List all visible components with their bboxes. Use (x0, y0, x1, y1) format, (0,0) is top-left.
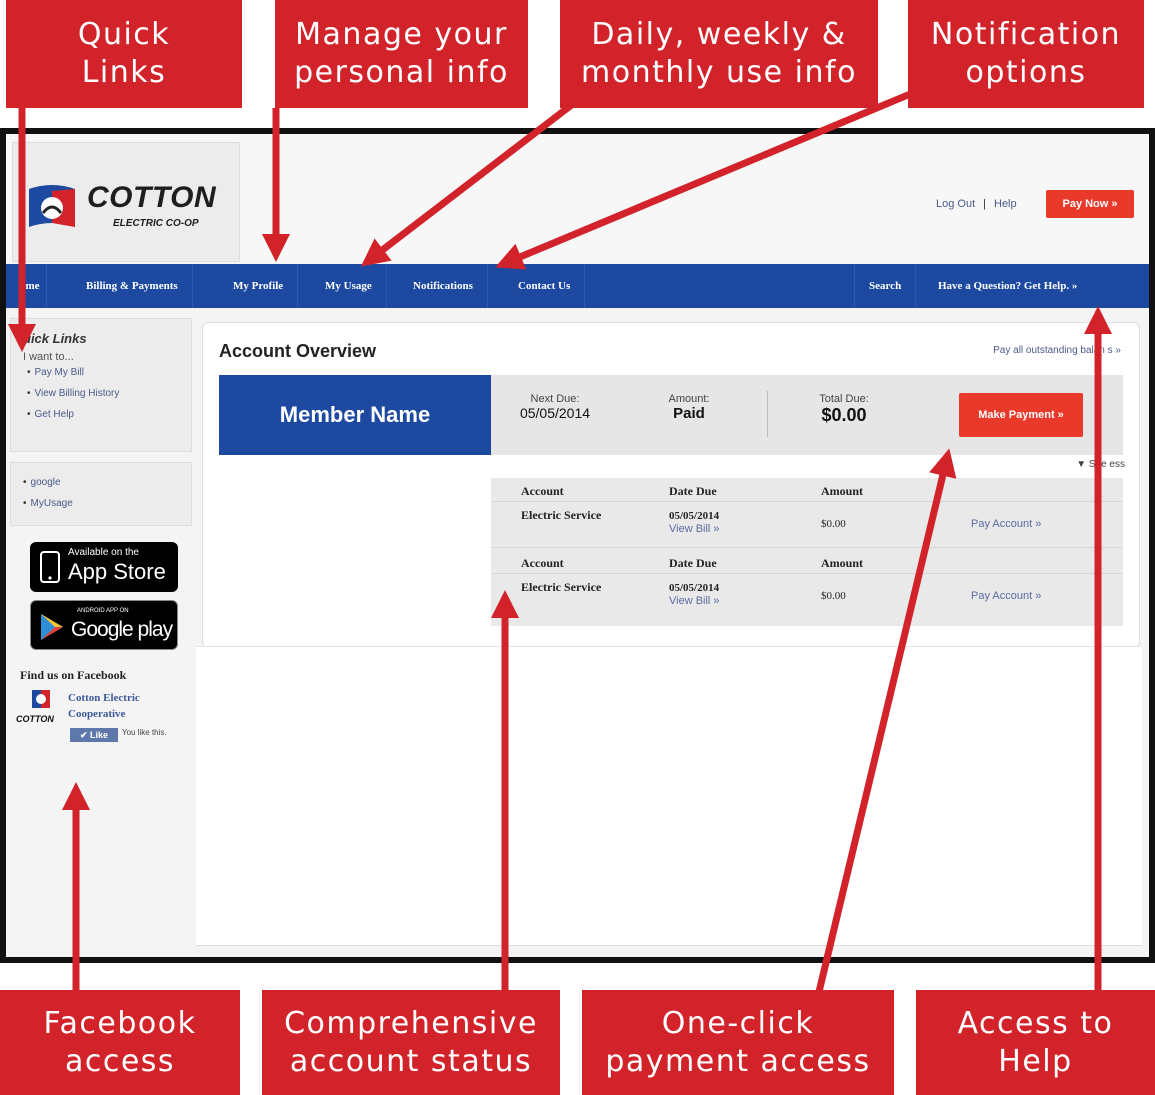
logo-text: COTTON (87, 181, 217, 214)
row-divider (491, 547, 1123, 548)
app-store-badge[interactable]: Available on the App Store (30, 542, 178, 592)
row2-date-due: 05/05/2014 (669, 582, 720, 594)
quick-link-billing-history[interactable]: View Billing History (27, 388, 120, 409)
see-less-toggle[interactable]: ▼ See ess (1076, 459, 1125, 470)
table-header-date-due-2: Date Due (669, 556, 717, 570)
callout-payment-access: One-click payment access (582, 990, 894, 1095)
amount: Amount: Paid (659, 393, 719, 422)
pay-now-button[interactable]: Pay Now » (1046, 190, 1134, 218)
nav-my-usage[interactable]: My Usage (311, 264, 387, 308)
facebook-like-button[interactable]: ✔ Like (70, 728, 118, 742)
quick-link-get-help[interactable]: Get Help (27, 409, 119, 430)
link-google[interactable]: google (23, 477, 73, 498)
site-header: COTTON ELECTRIC CO-OP Log Out | Help Pay N… (6, 134, 1149, 264)
callout-account-status: Comprehensive account status (262, 990, 560, 1095)
row-divider (491, 501, 1123, 502)
nav-search[interactable]: Search (854, 264, 917, 308)
account-summary: Member Name Next Due: 05/05/2014 Amount:… (219, 375, 1123, 455)
callout-usage-info: Daily, weekly & monthly use info (560, 0, 878, 108)
facebook-like-label: Like (90, 730, 109, 740)
cotton-logo-icon (29, 185, 75, 227)
row2-view-bill-link[interactable]: View Bill » (669, 595, 720, 607)
nav-get-help[interactable]: Have a Question? Get Help. » (924, 264, 1091, 308)
pay-all-balances-link[interactable]: Pay all outstanding balan s » (993, 345, 1121, 356)
facebook-title: Find us on Facebook (20, 668, 127, 682)
quick-links-panel: uick Links I want to... Pay My Bill View… (10, 318, 192, 452)
table-header-account: Account (521, 484, 564, 498)
logout-link[interactable]: Log Out (936, 198, 975, 210)
website-screenshot: COTTON ELECTRIC CO-OP Log Out | Help Pay N… (0, 128, 1155, 963)
row1-pay-account-link[interactable]: Pay Account » (971, 518, 1041, 530)
facebook-logo-text: COTTON (16, 714, 54, 724)
table-header-date-due: Date Due (669, 484, 717, 498)
amount-value: Paid (673, 405, 705, 422)
google-play-badge[interactable]: ANDROID APP ON Google play (30, 600, 178, 650)
top-links: Log Out | Help (936, 198, 1025, 210)
quick-links-list: Pay My Bill View Billing History Get Hel… (27, 367, 120, 430)
row1-account: Electric Service (521, 508, 602, 522)
make-payment-button[interactable]: Make Payment » (959, 393, 1083, 437)
nav-contact-us[interactable]: Contact Us (504, 264, 586, 308)
quick-link-pay-my-bill[interactable]: Pay My Bill (27, 367, 119, 388)
row1-amount: $0.00 (821, 518, 846, 530)
google-play-icon (41, 614, 63, 640)
nav-notifications[interactable]: Notifications (399, 264, 488, 308)
table-header-account-2: Account (521, 556, 564, 570)
row2-account: Electric Service (521, 580, 602, 594)
callout-help-access: Access to Help (916, 990, 1155, 1095)
facebook-like-text: You like this. (122, 728, 167, 737)
app-store-small-text: Available on the (68, 547, 139, 558)
total-due-label: Total Due: (819, 393, 869, 405)
logo-subtitle: ELECTRIC CO-OP (113, 218, 199, 229)
callout-facebook-access: Facebook access (0, 990, 240, 1095)
next-due-label: Next Due: (530, 393, 580, 405)
nav-billing-payments[interactable]: Billing & Payments (72, 264, 193, 308)
link-separator: | (983, 198, 986, 210)
amount-label: Amount: (668, 393, 710, 405)
google-play-small-text: ANDROID APP ON (77, 608, 129, 614)
accounts-table: Account Date Due Amount Electric Service… (491, 478, 1123, 626)
annotated-screenshot: Quick Links Manage your personal info Da… (0, 0, 1155, 1095)
row-divider (491, 573, 1123, 574)
row1-date-due: 05/05/2014 (669, 510, 720, 522)
member-name: Member Name (219, 375, 491, 455)
next-due-value: 05/05/2014 (519, 405, 591, 421)
row2-pay-account-link[interactable]: Pay Account » (971, 590, 1041, 602)
row2-amount: $0.00 (821, 590, 846, 602)
google-play-big-text: Google play (71, 618, 173, 641)
summary-divider (767, 391, 768, 437)
facebook-page-name[interactable]: Cotton Electric Cooperative (68, 690, 178, 722)
callout-notification-options: Notification options (908, 0, 1144, 108)
callout-quick-links: Quick Links (6, 0, 242, 108)
account-overview-card: Account Overview Pay all outstanding bal… (202, 322, 1140, 648)
total-due-value: $0.00 (821, 405, 867, 425)
app-store-big-text: App Store (68, 559, 166, 584)
quick-links-title: uick Links (23, 331, 87, 346)
total-due: Total Due: $0.00 (809, 393, 879, 426)
nav-my-profile[interactable]: My Profile (219, 264, 299, 308)
logo[interactable]: COTTON ELECTRIC CO-OP (12, 142, 240, 262)
row1-view-bill-link[interactable]: View Bill » (669, 523, 720, 535)
nav-home[interactable]: ome (14, 264, 47, 308)
quick-links-prompt: I want to... (23, 351, 74, 363)
table-header-amount-2: Amount (821, 556, 864, 570)
other-links-panel: google MyUsage (10, 462, 192, 526)
main-nav: ome Billing & Payments My Profile My Usa… (6, 264, 1149, 308)
help-link[interactable]: Help (994, 198, 1017, 210)
main-content-area (196, 646, 1142, 946)
phone-icon (40, 551, 60, 583)
next-due: Next Due: 05/05/2014 (515, 393, 595, 421)
callout-manage-info: Manage your personal info (275, 0, 528, 108)
table-header-amount: Amount (821, 484, 864, 498)
account-overview-title: Account Overview (219, 341, 377, 361)
link-myusage[interactable]: MyUsage (23, 498, 73, 519)
other-links-list: google MyUsage (23, 477, 73, 519)
